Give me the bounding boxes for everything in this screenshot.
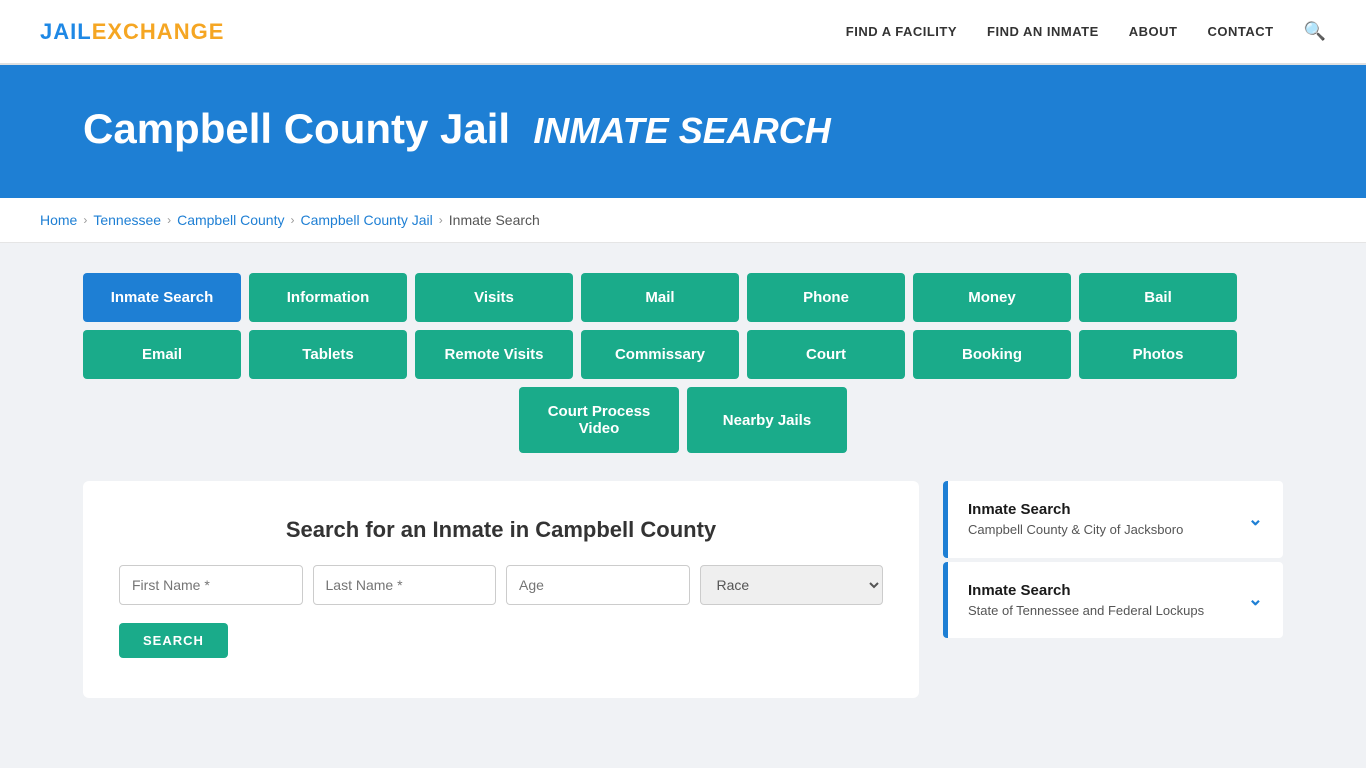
sidebar-card-2-sub: State of Tennessee and Federal Lockups [968, 603, 1204, 618]
btn-inmate-search[interactable]: Inmate Search [83, 273, 241, 322]
btn-mail[interactable]: Mail [581, 273, 739, 322]
breadcrumb: Home › Tennessee › Campbell County › Cam… [0, 198, 1366, 243]
search-title: Search for an Inmate in Campbell County [119, 517, 883, 543]
btn-email[interactable]: Email [83, 330, 241, 379]
nav-contact[interactable]: CONTACT [1207, 24, 1273, 39]
sidebar-card-2-title: Inmate Search State of Tennessee and Fed… [968, 580, 1204, 621]
sidebar-card-1-sub: Campbell County & City of Jacksboro [968, 522, 1183, 537]
nav-links: FIND A FACILITY FIND AN INMATE ABOUT CON… [846, 21, 1326, 42]
hero-banner: Campbell County Jail INMATE SEARCH [0, 65, 1366, 198]
page-title: Campbell County Jail INMATE SEARCH [83, 105, 1283, 153]
breadcrumb-sep-3: › [290, 213, 294, 227]
race-select[interactable]: Race White Black Hispanic Asian Other [700, 565, 884, 605]
navigation-buttons: Inmate Search Information Visits Mail Ph… [83, 273, 1283, 453]
breadcrumb-current: Inmate Search [449, 212, 540, 228]
breadcrumb-home[interactable]: Home [40, 212, 77, 228]
btn-row-1: Inmate Search Information Visits Mail Ph… [83, 273, 1283, 322]
breadcrumb-campbell-county-jail[interactable]: Campbell County Jail [300, 212, 432, 228]
sidebar-card-1-title: Inmate Search Campbell County & City of … [968, 499, 1183, 540]
btn-photos[interactable]: Photos [1079, 330, 1237, 379]
sidebar-card-1-header[interactable]: Inmate Search Campbell County & City of … [943, 481, 1283, 558]
breadcrumb-sep-2: › [167, 213, 171, 227]
nav-about[interactable]: ABOUT [1129, 24, 1178, 39]
first-name-input[interactable] [119, 565, 303, 605]
btn-row-2: Email Tablets Remote Visits Commissary C… [83, 330, 1283, 379]
btn-row-3: Court Process Video Nearby Jails [83, 387, 1283, 453]
btn-tablets[interactable]: Tablets [249, 330, 407, 379]
main-content: Inmate Search Information Visits Mail Ph… [43, 243, 1323, 728]
btn-court-process-video[interactable]: Court Process Video [519, 387, 679, 453]
inmate-search-box: Search for an Inmate in Campbell County … [83, 481, 919, 698]
btn-money[interactable]: Money [913, 273, 1071, 322]
page-title-sub: INMATE SEARCH [533, 110, 830, 151]
btn-booking[interactable]: Booking [913, 330, 1071, 379]
content-area: Search for an Inmate in Campbell County … [83, 481, 1283, 698]
navbar: JAILEXCHANGE FIND A FACILITY FIND AN INM… [0, 0, 1366, 65]
btn-visits[interactable]: Visits [415, 273, 573, 322]
btn-commissary[interactable]: Commissary [581, 330, 739, 379]
sidebar-card-1-main: Inmate Search [968, 499, 1183, 520]
breadcrumb-tennessee[interactable]: Tennessee [93, 212, 161, 228]
btn-remote-visits[interactable]: Remote Visits [415, 330, 573, 379]
btn-information[interactable]: Information [249, 273, 407, 322]
page-title-main: Campbell County Jail [83, 105, 510, 152]
nav-find-inmate[interactable]: FIND AN INMATE [987, 24, 1099, 39]
sidebar-card-2-main: Inmate Search [968, 580, 1204, 601]
last-name-input[interactable] [313, 565, 497, 605]
chevron-down-icon: ⌄ [1248, 509, 1263, 530]
btn-phone[interactable]: Phone [747, 273, 905, 322]
breadcrumb-sep-1: › [83, 213, 87, 227]
sidebar-card-2-header[interactable]: Inmate Search State of Tennessee and Fed… [943, 562, 1283, 639]
nav-find-facility[interactable]: FIND A FACILITY [846, 24, 957, 39]
site-logo[interactable]: JAILEXCHANGE [40, 19, 224, 45]
btn-bail[interactable]: Bail [1079, 273, 1237, 322]
chevron-down-icon-2: ⌄ [1248, 589, 1263, 610]
sidebar-card-2: Inmate Search State of Tennessee and Fed… [943, 562, 1283, 639]
age-input[interactable] [506, 565, 690, 605]
logo-jail: JAIL [40, 19, 92, 44]
sidebar: Inmate Search Campbell County & City of … [943, 481, 1283, 642]
btn-court[interactable]: Court [747, 330, 905, 379]
breadcrumb-sep-4: › [439, 213, 443, 227]
sidebar-card-1: Inmate Search Campbell County & City of … [943, 481, 1283, 558]
search-fields: Race White Black Hispanic Asian Other [119, 565, 883, 605]
breadcrumb-campbell-county[interactable]: Campbell County [177, 212, 284, 228]
search-button[interactable]: SEARCH [119, 623, 228, 658]
btn-nearby-jails[interactable]: Nearby Jails [687, 387, 847, 453]
logo-exchange: EXCHANGE [92, 19, 225, 44]
search-icon[interactable]: 🔍 [1304, 21, 1326, 42]
